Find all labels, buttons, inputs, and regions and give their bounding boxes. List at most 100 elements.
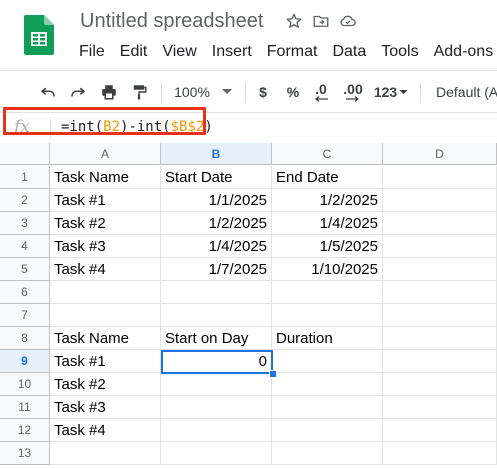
menu-insert[interactable]: Insert [212, 43, 252, 61]
toolbar-divider [161, 83, 162, 103]
cell-a1[interactable]: Task Name [50, 166, 161, 189]
fill-handle[interactable] [269, 370, 277, 378]
increase-decimals-button[interactable]: .00 [340, 71, 366, 113]
cell-b4[interactable]: 1/4/2025 [161, 235, 272, 258]
cell-b3[interactable]: 1/2/2025 [161, 212, 272, 235]
row-header-1[interactable]: 1 [0, 166, 50, 189]
cell-d10[interactable] [383, 373, 497, 396]
increase-decimals-label: .00 [343, 80, 363, 97]
cell-a6[interactable] [50, 281, 161, 304]
cell-c1[interactable]: End Date [272, 166, 383, 189]
cell-b12[interactable] [161, 419, 272, 442]
menu-data[interactable]: Data [332, 43, 366, 61]
column-header-c[interactable]: C [272, 143, 383, 165]
cell-c7[interactable] [272, 304, 383, 327]
cell-b11[interactable] [161, 396, 272, 419]
cell-a7[interactable] [50, 304, 161, 327]
cell-d11[interactable] [383, 396, 497, 419]
cell-c3[interactable]: 1/4/2025 [272, 212, 383, 235]
annotation-highlight-box [3, 107, 206, 135]
cell-d7[interactable] [383, 304, 497, 327]
cell-a8[interactable]: Task Name [50, 327, 161, 350]
cell-c11[interactable] [272, 396, 383, 419]
cell-d4[interactable] [383, 235, 497, 258]
column-header-a[interactable]: A [50, 143, 161, 165]
decrease-decimals-button[interactable]: .0 [309, 71, 333, 113]
cell-a2[interactable]: Task #1 [50, 189, 161, 212]
cell-a4[interactable]: Task #3 [50, 235, 161, 258]
more-formats-label: 123 [373, 84, 398, 100]
percent-format-button[interactable]: % [283, 71, 303, 113]
menu-bar: File Edit View Insert Format Data Tools … [79, 43, 493, 61]
cell-c5[interactable]: 1/10/2025 [272, 258, 383, 281]
row-header-8[interactable]: 8 [0, 327, 50, 350]
cell-c6[interactable] [272, 281, 383, 304]
currency-format-button[interactable]: $ [254, 71, 272, 113]
cell-b10[interactable] [161, 373, 272, 396]
row-header-11[interactable]: 11 [0, 396, 50, 419]
cell-b13[interactable] [161, 442, 272, 465]
document-title[interactable]: Untitled spreadsheet [80, 10, 263, 33]
row-header-10[interactable]: 10 [0, 373, 50, 396]
cell-d12[interactable] [383, 419, 497, 442]
cell-c8[interactable]: Duration [272, 327, 383, 350]
row-header-9[interactable]: 9 [0, 350, 50, 373]
cell-b9[interactable]: 0 [161, 350, 272, 373]
menu-tools[interactable]: Tools [381, 43, 418, 61]
cell-b6[interactable] [161, 281, 272, 304]
cell-d13[interactable] [383, 442, 497, 465]
row-header-7[interactable]: 7 [0, 304, 50, 327]
cell-c13[interactable] [272, 442, 383, 465]
cell-a3[interactable]: Task #2 [50, 212, 161, 235]
cell-b1[interactable]: Start Date [161, 166, 272, 189]
cell-a10[interactable]: Task #2 [50, 373, 161, 396]
row-header-3[interactable]: 3 [0, 212, 50, 235]
cell-d6[interactable] [383, 281, 497, 304]
row-header-4[interactable]: 4 [0, 235, 50, 258]
cell-b7[interactable] [161, 304, 272, 327]
google-sheets-logo-icon[interactable] [24, 15, 54, 55]
font-family-select[interactable]: Default (Ar [436, 71, 497, 113]
cell-d2[interactable] [383, 189, 497, 212]
arrow-left-icon [314, 95, 328, 102]
menu-format[interactable]: Format [267, 43, 318, 61]
menu-file[interactable]: File [79, 43, 105, 61]
font-family-value: Default (Ar [436, 84, 497, 100]
zoom-value: 100% [174, 84, 210, 100]
cell-a9[interactable]: Task #1 [50, 350, 161, 373]
cell-b5[interactable]: 1/7/2025 [161, 258, 272, 281]
cell-d9[interactable] [383, 350, 497, 373]
cell-a12[interactable]: Task #4 [50, 419, 161, 442]
column-header-d[interactable]: D [383, 143, 497, 165]
menu-view[interactable]: View [162, 43, 196, 61]
arrow-right-icon [346, 95, 360, 102]
cell-b2[interactable]: 1/1/2025 [161, 189, 272, 212]
row-header-13[interactable]: 13 [0, 442, 50, 465]
cell-c4[interactable]: 1/5/2025 [272, 235, 383, 258]
row-header-12[interactable]: 12 [0, 419, 50, 442]
row-header-2[interactable]: 2 [0, 189, 50, 212]
cell-a11[interactable]: Task #3 [50, 396, 161, 419]
cell-a13[interactable] [50, 442, 161, 465]
cloud-saved-icon[interactable] [339, 12, 357, 30]
cell-d5[interactable] [383, 258, 497, 281]
row-header-5[interactable]: 5 [0, 258, 50, 281]
menu-edit[interactable]: Edit [120, 43, 148, 61]
cell-a5[interactable]: Task #4 [50, 258, 161, 281]
move-folder-icon[interactable] [312, 12, 330, 30]
cell-c9[interactable] [272, 350, 383, 373]
menu-add-ons[interactable]: Add-ons [434, 43, 494, 61]
column-header-b[interactable]: B [161, 143, 272, 165]
cell-d3[interactable] [383, 212, 497, 235]
cell-c10[interactable] [272, 373, 383, 396]
row-header-6[interactable]: 6 [0, 281, 50, 304]
select-all-corner[interactable] [0, 143, 50, 165]
cell-c2[interactable]: 1/2/2025 [272, 189, 383, 212]
toolbar-divider [420, 83, 421, 103]
star-icon[interactable] [285, 12, 303, 30]
cell-c12[interactable] [272, 419, 383, 442]
cell-d1[interactable] [383, 166, 497, 189]
cell-d8[interactable] [383, 327, 497, 350]
cell-b8[interactable]: Start on Day [161, 327, 272, 350]
more-formats-select[interactable]: 123 [372, 71, 410, 113]
